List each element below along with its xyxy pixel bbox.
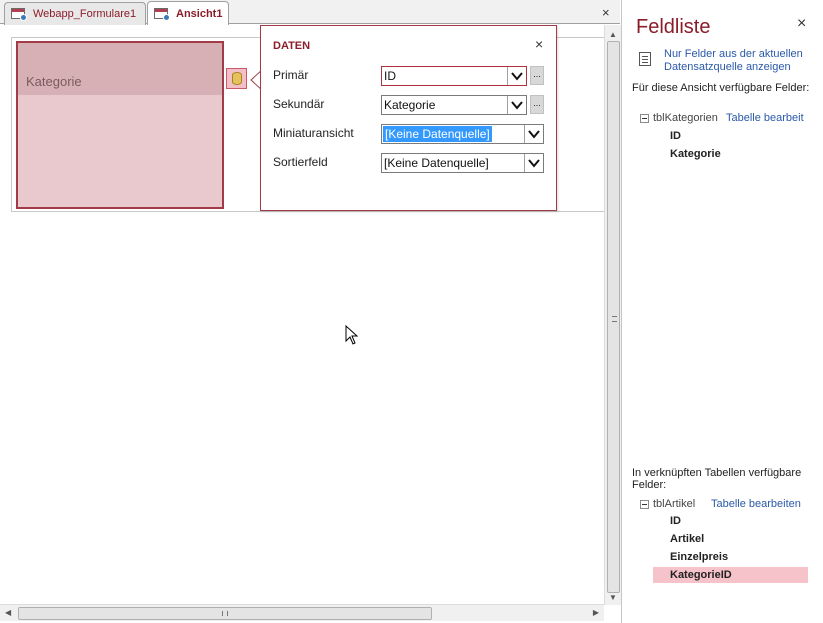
form-icon — [11, 7, 27, 21]
tile-label: Kategorie — [26, 74, 82, 89]
edit-table-link-artikel[interactable]: Tabelle bearbeiten — [711, 498, 801, 510]
secondary-label: Sekundär — [273, 97, 325, 111]
document-tab-strip: Webapp_Formulare1 Ansicht1 × — [0, 0, 620, 25]
thumbnail-value: [Keine Datenquelle] — [383, 126, 492, 142]
primary-value: ID — [384, 69, 396, 83]
horizontal-scroll-thumb[interactable] — [18, 607, 432, 620]
primary-select[interactable]: ID — [381, 66, 527, 86]
edit-table-link-kategorien[interactable]: Tabelle bearbeit — [726, 112, 804, 124]
available-fields-heading: Für diese Ansicht verfügbare Felder: — [632, 82, 810, 94]
secondary-build-button[interactable]: ... — [530, 95, 544, 114]
list-tile[interactable]: Kategorie — [16, 41, 224, 209]
chevron-down-icon[interactable] — [507, 67, 526, 85]
primary-label: Primär — [273, 68, 309, 82]
table-name-artikel[interactable]: tblArtikel — [653, 498, 695, 510]
tab-webapp-formulare1[interactable]: Webapp_Formulare1 — [4, 2, 146, 25]
popup-title: DATEN — [273, 40, 311, 52]
scroll-down-icon[interactable]: ▼ — [609, 593, 617, 602]
database-icon — [232, 72, 242, 85]
filter-fields-icon[interactable] — [639, 52, 651, 66]
scroll-right-icon[interactable]: ▶ — [593, 608, 599, 617]
thumbnail-label: Miniaturansicht — [273, 126, 354, 140]
horizontal-scrollbar[interactable]: ◀ ▶ — [0, 604, 604, 621]
access-window: Webapp_Formulare1 Ansicht1 × Kategorie D… — [0, 0, 823, 623]
sortfield-label: Sortierfeld — [273, 155, 328, 169]
thumbnail-select[interactable]: [Keine Datenquelle] — [381, 124, 544, 144]
collapse-icon[interactable] — [640, 500, 649, 509]
collapse-icon[interactable] — [640, 114, 649, 123]
chevron-down-icon[interactable] — [524, 154, 543, 172]
pane-close-icon[interactable]: × — [797, 15, 806, 33]
data-source-button[interactable] — [226, 68, 247, 89]
data-properties-popup: DATEN × Primär ID ... Sekundär Kategorie… — [260, 25, 557, 211]
field-item-selected[interactable]: KategorieID — [653, 567, 808, 583]
chevron-down-icon[interactable] — [524, 125, 543, 143]
sortfield-value: [Keine Datenquelle] — [384, 156, 489, 170]
tab-label: Ansicht1 — [176, 7, 223, 20]
close-tab-icon[interactable]: × — [602, 5, 610, 20]
field-item[interactable]: Artikel — [670, 533, 704, 545]
filter-fields-link[interactable]: Nur Felder aus der aktuellen Datensatzqu… — [664, 48, 822, 74]
field-item[interactable]: ID — [670, 515, 681, 527]
table-name-kategorien[interactable]: tblKategorien — [653, 112, 718, 124]
primary-build-button[interactable]: ... — [530, 66, 544, 85]
tab-label: Webapp_Formulare1 — [33, 8, 137, 20]
field-item[interactable]: ID — [670, 130, 681, 142]
chevron-down-icon[interactable] — [507, 96, 526, 114]
scroll-up-icon[interactable]: ▲ — [609, 30, 617, 39]
pane-title: Feldliste — [636, 16, 711, 38]
secondary-value: Kategorie — [384, 98, 436, 112]
mouse-cursor-icon — [345, 324, 359, 348]
related-fields-heading: In verknüpften Tabellen verfügbare Felde… — [632, 467, 802, 491]
vertical-scrollbar[interactable]: ▲ ▼ — [604, 25, 621, 605]
popup-close-icon[interactable]: × — [535, 36, 543, 52]
sortfield-select[interactable]: [Keine Datenquelle] — [381, 153, 544, 173]
scroll-left-icon[interactable]: ◀ — [5, 608, 11, 617]
field-item[interactable]: Einzelpreis — [670, 551, 728, 563]
field-item[interactable]: Kategorie — [670, 148, 721, 160]
tab-ansicht1[interactable]: Ansicht1 — [147, 1, 229, 25]
vertical-scroll-thumb[interactable] — [607, 41, 620, 593]
secondary-select[interactable]: Kategorie — [381, 95, 527, 115]
view-icon — [154, 7, 170, 21]
field-list-pane: Feldliste × Nur Felder aus der aktuellen… — [621, 0, 823, 623]
